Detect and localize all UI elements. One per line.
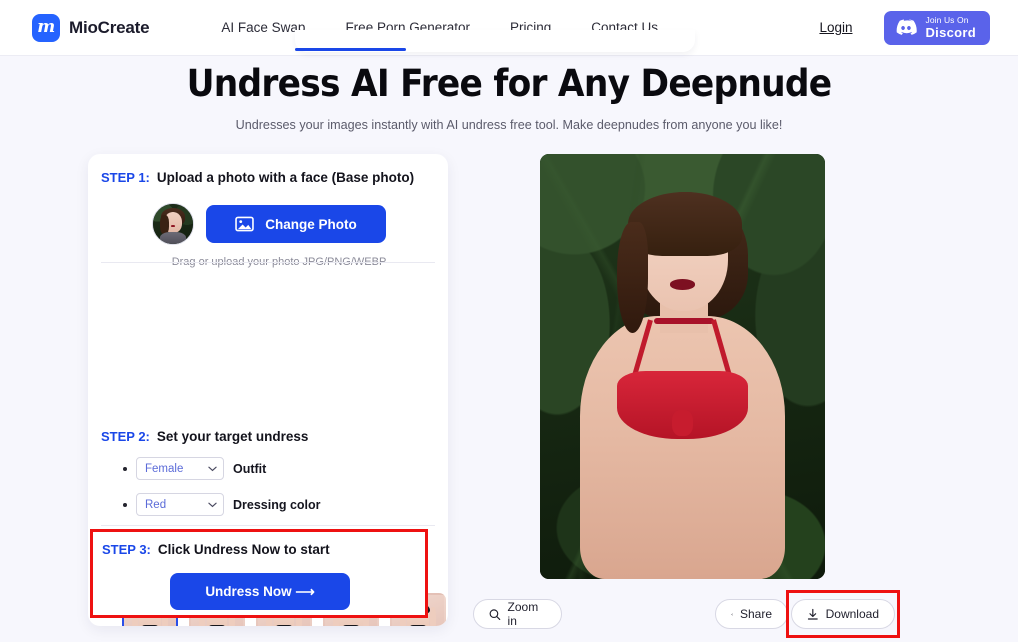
result-hair-side <box>616 222 649 333</box>
share-icon <box>731 613 733 615</box>
join-discord-button[interactable]: Join Us On Discord <box>884 10 990 45</box>
chevron-down-icon <box>208 502 217 507</box>
step-1-header: STEP 1: Upload a photo with a face (Base… <box>101 170 435 185</box>
discord-icon <box>897 19 918 35</box>
step-1-upload-row: Change Photo <box>101 203 435 245</box>
page-root: m MioCreate AI Face Swap Free Porn Gener… <box>0 0 1018 642</box>
logo-glyph: m <box>37 17 55 37</box>
result-lips <box>669 279 696 290</box>
outfit-select[interactable]: Female <box>136 457 224 480</box>
dressing-color-label: Dressing color <box>233 497 321 512</box>
step-2-tag: STEP 2: <box>101 429 150 444</box>
step-3-highlight-box: STEP 3: Click Undress Now to start Undre… <box>90 529 428 618</box>
step-3-header: STEP 3: Click Undress Now to start <box>102 542 418 557</box>
step-1-section: STEP 1: Upload a photo with a face (Base… <box>101 170 435 268</box>
chevron-down-icon <box>208 466 217 471</box>
discord-labels: Join Us On Discord <box>925 16 976 40</box>
step-3-title: Click Undress Now to start <box>157 542 330 557</box>
nav-item-ai-face-swap[interactable]: AI Face Swap <box>221 20 305 35</box>
base-photo-avatar[interactable] <box>152 203 194 245</box>
page-subtitle: Undresses your images instantly with AI … <box>235 118 783 132</box>
search-icon <box>489 608 501 620</box>
result-body <box>579 315 786 579</box>
option-row-outfit: Female Outfit <box>101 457 435 480</box>
brand-logo[interactable]: m MioCreate <box>32 13 150 42</box>
step-3-tag: STEP 3: <box>102 542 151 557</box>
header-actions: Login Join Us On Discord <box>819 10 990 45</box>
step-1-title: Upload a photo with a face (Base photo) <box>156 170 415 185</box>
avatar-lips <box>171 224 176 227</box>
change-photo-button[interactable]: Change Photo <box>206 205 386 243</box>
avatar-body <box>159 232 187 244</box>
outfit-label: Outfit <box>233 461 267 476</box>
login-link[interactable]: Login <box>819 20 852 35</box>
step-3-section: STEP 3: Click Undress Now to start Undre… <box>102 542 418 610</box>
change-photo-label: Change Photo <box>265 216 357 232</box>
discord-small-label: Join Us On <box>925 14 969 25</box>
brand-name: MioCreate <box>69 17 150 37</box>
step-1-tag: STEP 1: <box>101 170 150 185</box>
zoom-in-label: Zoom in <box>507 600 539 628</box>
share-label: Share <box>739 607 772 621</box>
active-tab-underline <box>295 48 406 51</box>
result-choker <box>654 317 714 325</box>
avatar-hair-strand <box>159 215 169 234</box>
image-icon <box>235 216 255 232</box>
bullet-icon <box>123 466 127 471</box>
option-row-dressing-color: Red Dressing color <box>101 493 435 516</box>
zoom-in-button[interactable]: Zoom in <box>473 599 562 629</box>
outfit-select-value: Female <box>145 462 184 475</box>
bullet-icon <box>123 502 127 507</box>
dressing-color-select[interactable]: Red <box>136 493 224 516</box>
step-2-title: Set your target undress <box>156 429 309 444</box>
share-button[interactable]: Share <box>715 599 788 629</box>
miocreate-logo-icon: m <box>32 13 60 42</box>
page-title: Undress AI Free for Any Deepnude <box>186 62 833 105</box>
dressing-color-select-value: Red <box>145 498 167 511</box>
undress-now-button[interactable]: Undress Now ⟶ <box>170 573 350 610</box>
result-image[interactable] <box>540 154 825 579</box>
download-highlight-box <box>786 590 900 638</box>
undress-now-label: Undress Now ⟶ <box>205 583 315 599</box>
section-divider-2 <box>101 525 435 526</box>
section-divider-1 <box>101 262 435 263</box>
result-red-bikini <box>616 370 749 439</box>
discord-big-label: Discord <box>925 25 976 41</box>
step-2-header: STEP 2: Set your target undress <box>101 429 435 444</box>
